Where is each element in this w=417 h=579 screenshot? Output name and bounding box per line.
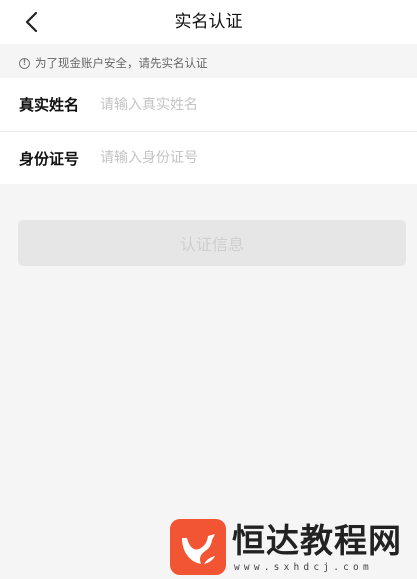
watermark: 恒达教程网 www.sxhdcj.com [170, 516, 417, 579]
navigation-bar: 实名认证 [0, 0, 417, 44]
chevron-left-icon [25, 11, 38, 33]
id-row: 身份证号 [0, 131, 417, 184]
verification-form: 真实姓名 身份证号 [0, 78, 417, 184]
id-label: 身份证号 [19, 149, 80, 168]
id-number-input[interactable] [100, 143, 417, 173]
watermark-brand: 恒达教程网 [232, 521, 402, 560]
whale-logo-icon [170, 519, 226, 575]
name-label: 真实姓名 [19, 96, 80, 114]
security-notice: ! 为了现金账户安全，请先实名认证 [0, 50, 417, 76]
verify-button[interactable]: 认证信息 [18, 220, 406, 266]
name-row: 真实姓名 [0, 78, 417, 131]
real-name-input[interactable] [100, 89, 417, 120]
back-button[interactable] [18, 8, 46, 36]
notice-text: 为了现金账户安全，请先实名认证 [35, 56, 208, 70]
watermark-url: www.sxhdcj.com [234, 562, 373, 573]
exclamation-circle-icon: ! [19, 57, 30, 69]
page-title: 实名认证 [174, 12, 243, 32]
